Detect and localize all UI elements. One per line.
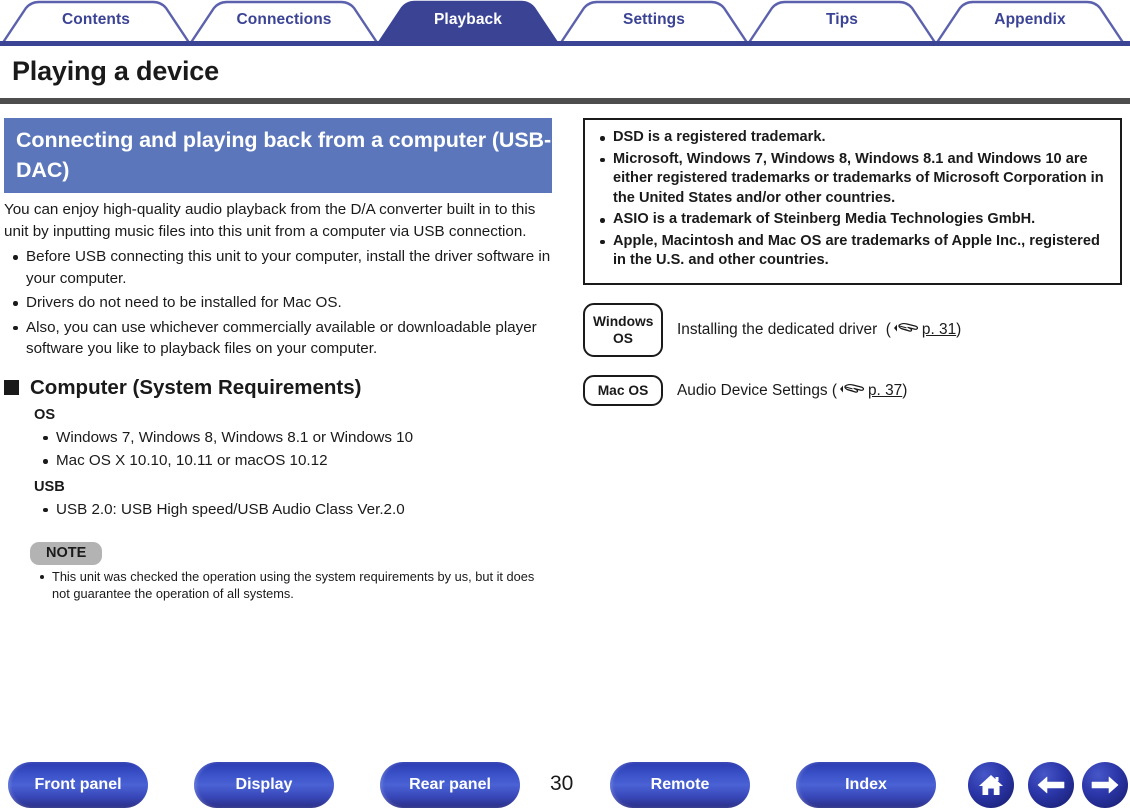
paren-close: ) <box>902 381 908 399</box>
os-label: OS <box>34 406 56 423</box>
paren-open: ( <box>831 381 837 399</box>
tab-connections[interactable]: Connections <box>204 11 364 29</box>
list-item: Apple, Macintosh and Mac OS are trademar… <box>589 232 1108 271</box>
paren-close: ) <box>956 321 962 338</box>
windows-os-badge: Windows OS <box>583 302 663 357</box>
list-item: Before USB connecting this unit to your … <box>4 246 556 289</box>
paren-open: ( <box>885 321 891 338</box>
note-list: This unit was checked the operation usin… <box>30 568 556 602</box>
pointing-hand-icon <box>839 382 865 401</box>
tab-playback[interactable]: Playback <box>388 11 548 29</box>
list-item: ASIO is a trademark of Steinberg Media T… <box>589 210 1108 230</box>
section-intro: You can enjoy high-quality audio playbac… <box>4 201 536 240</box>
pointing-hand-icon <box>893 321 919 340</box>
section-heading: Connecting and playing back from a compu… <box>4 118 552 193</box>
display-button[interactable]: Display <box>194 762 334 808</box>
footer-bar: Front panel Display Rear panel 30 Remote… <box>0 762 1130 812</box>
usb-label: USB <box>34 478 65 495</box>
section-bullet-list: Before USB connecting this unit to your … <box>4 246 556 360</box>
tab-settings[interactable]: Settings <box>574 11 734 29</box>
mac-os-badge-line1: Mac OS <box>597 382 649 398</box>
windows-os-link-text[interactable]: Installing the dedicated driver ( p. 31 … <box>677 320 961 339</box>
tab-bottom-rule <box>0 41 1130 46</box>
windows-os-badge-line2: OS <box>613 330 633 346</box>
tab-appendix[interactable]: Appendix <box>950 11 1110 29</box>
back-button[interactable] <box>1028 762 1074 808</box>
windows-os-link-desc: Installing the dedicated driver <box>677 321 878 338</box>
list-item: Drivers do not need to be installed for … <box>4 292 556 314</box>
trademark-list: DSD is a registered trademark. Microsoft… <box>589 128 1108 271</box>
page-number: 30 <box>550 772 574 795</box>
trademark-box: DSD is a registered trademark. Microsoft… <box>583 118 1122 285</box>
mac-os-badge: Mac OS <box>583 374 663 406</box>
right-column: DSD is a registered trademark. Microsoft… <box>583 118 1123 406</box>
title-divider <box>0 98 1130 104</box>
list-item: Windows 7, Windows 8, Windows 8.1 or Win… <box>34 427 556 449</box>
forward-button[interactable] <box>1082 762 1128 808</box>
list-item: USB 2.0: USB High speed/USB Audio Class … <box>34 499 556 521</box>
index-button[interactable]: Index <box>796 762 936 808</box>
home-button[interactable] <box>968 762 1014 808</box>
tab-bar: Contents Connections Playback Settings T… <box>0 0 1130 46</box>
requirements-heading-label: Computer (System Requirements) <box>30 375 362 399</box>
usb-list: USB 2.0: USB High speed/USB Audio Class … <box>34 499 556 521</box>
left-column: Connecting and playing back from a compu… <box>4 118 556 602</box>
requirements-heading: Computer (System Requirements) <box>4 376 556 400</box>
arrow-right-icon <box>1091 776 1119 794</box>
page-link-37[interactable]: p. 37 <box>868 382 902 400</box>
rear-panel-button[interactable]: Rear panel <box>380 762 520 808</box>
list-item: Microsoft, Windows 7, Windows 8, Windows… <box>589 150 1108 209</box>
list-item: Mac OS X 10.10, 10.11 or macOS 10.12 <box>34 450 556 472</box>
page-title: Playing a device <box>12 56 219 86</box>
list-item: This unit was checked the operation usin… <box>30 568 542 602</box>
tab-contents[interactable]: Contents <box>16 11 176 29</box>
os-list: Windows 7, Windows 8, Windows 8.1 or Win… <box>34 427 556 472</box>
os-link-row-mac[interactable]: Mac OS Audio Device Settings ( p. 37 ) <box>583 374 1123 406</box>
home-icon <box>979 775 1003 795</box>
mac-os-link-text[interactable]: Audio Device Settings ( p. 37 ) <box>677 381 907 400</box>
remote-button[interactable]: Remote <box>610 762 750 808</box>
mac-os-link-desc: Audio Device Settings <box>677 381 828 399</box>
note-badge: NOTE <box>30 542 103 565</box>
windows-os-badge-line1: Windows <box>593 313 654 329</box>
arrow-left-icon <box>1037 776 1065 794</box>
list-item: DSD is a registered trademark. <box>589 128 1108 148</box>
page-link-31[interactable]: p. 31 <box>922 321 956 339</box>
manual-page: Contents Connections Playback Settings T… <box>0 0 1130 812</box>
square-bullet-icon <box>4 380 19 395</box>
list-item: Also, you can use whichever commercially… <box>4 317 556 360</box>
os-link-row-windows[interactable]: Windows OS Installing the dedicated driv… <box>583 302 1123 357</box>
front-panel-button[interactable]: Front panel <box>8 762 148 808</box>
tab-tips[interactable]: Tips <box>762 11 922 29</box>
